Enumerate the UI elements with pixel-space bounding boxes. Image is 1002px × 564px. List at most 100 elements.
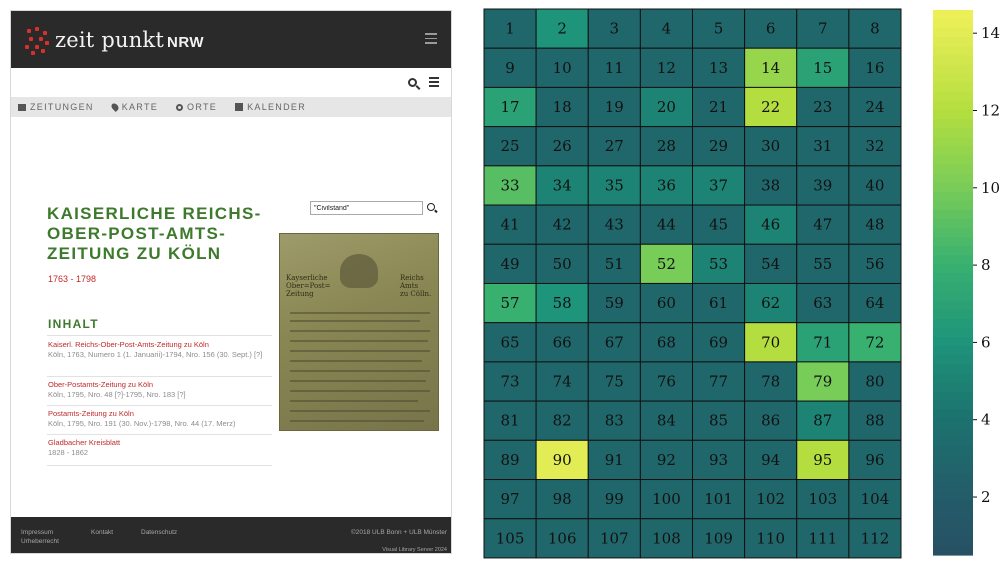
colorbar-segment	[933, 155, 973, 166]
colorbar-segment	[933, 300, 973, 311]
cell-label: 38	[761, 176, 780, 194]
colorbar-segment	[933, 146, 973, 156]
cell-label: 58	[553, 294, 572, 312]
cell-label: 62	[761, 294, 780, 312]
heatmap-chart: 1 2 3 4 5 6 7 89 10 11 12 13 14 15 1617 18 19 20 21 22 23 242…	[483, 8, 1000, 559]
cell-label: 11	[605, 59, 624, 77]
cell-label: 99	[605, 490, 624, 508]
colorbar-segment	[933, 373, 973, 384]
cell-label: 66	[553, 333, 572, 351]
colorbar-segment	[933, 246, 973, 256]
colorbar-segment	[933, 327, 973, 338]
cell-label: 93	[709, 451, 728, 469]
cell-label: 96	[865, 451, 884, 469]
cell-label: 30	[761, 137, 780, 155]
colorbar-segment	[933, 173, 973, 184]
colorbar-tick-label: 6	[981, 333, 991, 351]
colorbar-segment	[933, 182, 973, 193]
colorbar-segment	[933, 282, 973, 293]
colorbar-tick-label: 2	[981, 488, 991, 506]
colorbar: 2 4 6 8 10 12 14	[933, 10, 1000, 556]
colorbar-segment	[933, 545, 973, 556]
cell-label: 16	[865, 59, 884, 77]
colorbar-segment	[933, 355, 973, 365]
heatmap-grid: 1 2 3 4 5 6 7 89 10 11 12 13 14 15 1617 18 19 20 21 22 23 242…	[483, 8, 902, 559]
cell-label: 80	[865, 372, 884, 390]
colorbar-segment	[933, 119, 973, 129]
cell-label: 82	[553, 412, 572, 430]
cell-label: 104	[861, 490, 890, 508]
cell-label: 71	[813, 333, 832, 351]
colorbar-segment	[933, 309, 973, 320]
cell-label: 57	[501, 294, 520, 312]
colorbar-segment	[933, 73, 973, 84]
colorbar-segment	[933, 455, 973, 465]
cell-label: 94	[761, 451, 780, 469]
cell-label: 51	[605, 255, 624, 273]
colorbar-tick-label: 8	[981, 256, 991, 274]
cell-label: 83	[605, 412, 624, 430]
cell-label: 54	[761, 255, 780, 273]
cell-label: 105	[496, 529, 525, 547]
cell-label: 74	[553, 372, 572, 390]
cell-label: 36	[657, 176, 676, 194]
colorbar-segment	[933, 191, 973, 202]
cell-label: 56	[865, 255, 884, 273]
colorbar-segment	[933, 228, 973, 238]
colorbar-segment	[933, 109, 973, 120]
cell-label: 41	[501, 216, 520, 234]
cell-label: 87	[813, 412, 832, 430]
colorbar-segment	[933, 137, 973, 147]
cell-label: 84	[657, 412, 676, 430]
colorbar-segment	[933, 382, 973, 393]
cell-label: 65	[501, 333, 520, 351]
cell-label: 100	[652, 490, 681, 508]
cell-label: 89	[501, 451, 520, 469]
colorbar-segment	[933, 264, 973, 275]
cell-label: 32	[865, 137, 884, 155]
colorbar-segment	[933, 28, 973, 38]
colorbar-segment	[933, 128, 973, 138]
colorbar-segment	[933, 464, 973, 474]
colorbar-segment	[933, 218, 973, 229]
cell-label: 107	[600, 529, 629, 547]
cell-label: 29	[709, 137, 728, 155]
cell-label: 24	[865, 98, 884, 116]
colorbar-segment	[933, 64, 973, 75]
colorbar-segment	[933, 19, 973, 29]
cell-label: 13	[709, 59, 728, 77]
cell-label: 60	[657, 294, 676, 312]
colorbar-segment	[933, 37, 973, 47]
cell-label: 77	[709, 372, 728, 390]
colorbar-tick-label: 10	[981, 179, 1000, 197]
cell-label: 106	[548, 529, 577, 547]
cell-label: 63	[813, 294, 832, 312]
colorbar-segment	[933, 164, 973, 175]
cell-label: 108	[652, 529, 681, 547]
cell-label: 102	[756, 490, 785, 508]
colorbar-segment	[933, 536, 973, 547]
colorbar-segment	[933, 473, 973, 483]
cell-label: 9	[505, 59, 515, 77]
colorbar-tick-label: 4	[981, 411, 991, 429]
colorbar-tick-label: 12	[981, 101, 1000, 119]
colorbar-segment	[933, 255, 973, 265]
cell-label: 21	[709, 98, 728, 116]
colorbar-segment	[933, 291, 973, 302]
cell-label: 17	[501, 98, 520, 116]
cell-label: 5	[714, 20, 724, 38]
cell-label: 25	[501, 137, 520, 155]
cell-label: 61	[709, 294, 728, 312]
cell-label: 98	[553, 490, 572, 508]
colorbar-segment	[933, 418, 973, 429]
cell-label: 22	[761, 98, 780, 116]
cell-label: 31	[813, 137, 832, 155]
colorbar-segment	[933, 100, 973, 111]
cell-label: 26	[553, 137, 572, 155]
cell-label: 53	[709, 255, 728, 273]
colorbar-segment	[933, 46, 973, 57]
colorbar-segment	[933, 482, 973, 493]
cell-label: 20	[657, 98, 676, 116]
cell-label: 37	[709, 176, 728, 194]
cell-label: 43	[605, 216, 624, 234]
